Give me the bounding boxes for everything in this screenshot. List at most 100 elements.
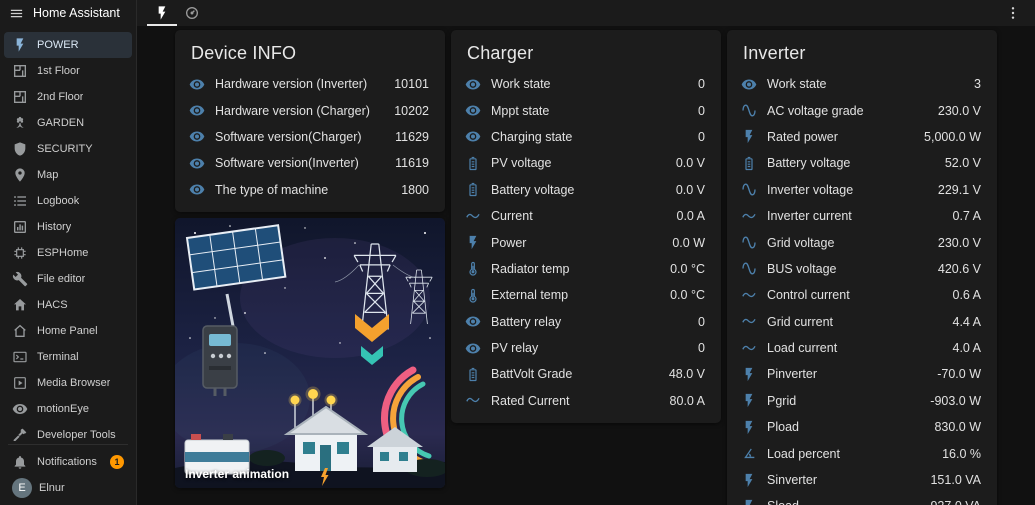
sidebar-item-media-browser[interactable]: Media Browser bbox=[4, 370, 132, 396]
sidebar-item-developer-tools[interactable]: Developer Tools bbox=[4, 422, 132, 441]
eye-icon bbox=[741, 76, 757, 93]
notifications-label: Notifications bbox=[37, 456, 97, 468]
bell-icon bbox=[12, 454, 28, 470]
sine-wave-icon bbox=[741, 181, 757, 198]
entity-row-hardware-version-inverter[interactable]: Hardware version (Inverter) 10101 bbox=[189, 71, 429, 97]
sidebar-item-label: HACS bbox=[37, 299, 68, 311]
map-marker-icon bbox=[12, 167, 28, 183]
entity-row-current[interactable]: Current 0.0 A bbox=[465, 203, 705, 229]
entity-name: Control current bbox=[767, 288, 850, 303]
entity-row-pv-relay[interactable]: PV relay 0 bbox=[465, 335, 705, 361]
entity-row-work-state[interactable]: Work state 0 bbox=[465, 71, 705, 97]
entity-row-software-version-charger[interactable]: Software version(Charger) 11629 bbox=[189, 124, 429, 150]
dashboard-content: Device INFO Hardware version (Inverter) 1… bbox=[137, 26, 1035, 505]
entity-value: 0 bbox=[698, 314, 705, 329]
entity-name: Grid current bbox=[767, 314, 833, 329]
entity-row-mppt-state[interactable]: Mppt state 0 bbox=[465, 97, 705, 123]
current-ac-icon bbox=[741, 208, 757, 225]
entity-name: BUS voltage bbox=[767, 261, 837, 276]
entity-value: 927.0 VA bbox=[930, 499, 981, 505]
sidebar-item-hacs[interactable]: HACS bbox=[4, 292, 132, 318]
entity-row-rated-current[interactable]: Rated Current 80.0 A bbox=[465, 388, 705, 414]
entity-value: 230.0 V bbox=[937, 103, 981, 118]
sidebar-item-user[interactable]: E Elnur bbox=[4, 475, 132, 501]
entity-name: Load percent bbox=[767, 446, 840, 461]
entity-name: Load current bbox=[767, 341, 838, 356]
entity-row-power[interactable]: Power 0.0 W bbox=[465, 229, 705, 255]
app-title: Home Assistant bbox=[33, 6, 120, 20]
entity-row-battery-relay[interactable]: Battery relay 0 bbox=[465, 309, 705, 335]
current-ac-icon bbox=[741, 340, 757, 357]
sidebar-item-label: 2nd Floor bbox=[37, 91, 84, 103]
entity-row-load-percent[interactable]: Load percent 16.0 % bbox=[741, 440, 981, 466]
sidebar-item-esphome[interactable]: ESPHome bbox=[4, 240, 132, 266]
entity-row-inverter-current[interactable]: Inverter current 0.7 A bbox=[741, 203, 981, 229]
sidebar-item-garden[interactable]: GARDEN bbox=[4, 110, 132, 136]
entity-row-pv-voltage[interactable]: PV voltage 0.0 V bbox=[465, 150, 705, 176]
entity-row-hardware-version-charger[interactable]: Hardware version (Charger) 10202 bbox=[189, 97, 429, 123]
sidebar-item-map[interactable]: Map bbox=[4, 162, 132, 188]
entity-row-sload[interactable]: Sload 927.0 VA bbox=[741, 493, 981, 505]
entity-row-pinverter[interactable]: Pinverter -70.0 W bbox=[741, 361, 981, 387]
flash-icon bbox=[154, 5, 170, 21]
flash-icon bbox=[741, 128, 757, 145]
sidebar-item-label: Terminal bbox=[37, 351, 79, 363]
sidebar-item-label: Home Panel bbox=[37, 325, 98, 337]
entity-value: 229.1 V bbox=[937, 182, 981, 197]
entity-row-inverter-voltage[interactable]: Inverter voltage 229.1 V bbox=[741, 177, 981, 203]
entity-row-battery-voltage[interactable]: Battery voltage 52.0 V bbox=[741, 150, 981, 176]
entity-row-load-current[interactable]: Load current 4.0 A bbox=[741, 335, 981, 361]
entity-row-battery-voltage[interactable]: Battery voltage 0.0 V bbox=[465, 177, 705, 203]
tab-power-view[interactable] bbox=[147, 0, 177, 26]
eye-icon bbox=[189, 102, 205, 119]
card-inverter-animation[interactable]: Inverter animation bbox=[175, 217, 445, 488]
sidebar-item-1st-floor[interactable]: 1st Floor bbox=[4, 58, 132, 84]
sidebar-item-2nd-floor[interactable]: 2nd Floor bbox=[4, 84, 132, 110]
entity-row-bus-voltage[interactable]: BUS voltage 420.6 V bbox=[741, 256, 981, 282]
entity-value: 0 bbox=[698, 103, 705, 118]
entity-row-battvolt-grade[interactable]: BattVolt Grade 48.0 V bbox=[465, 361, 705, 387]
tab-overview-view[interactable] bbox=[177, 0, 207, 26]
sidebar-item-terminal[interactable]: Terminal bbox=[4, 344, 132, 370]
menu-icon[interactable] bbox=[9, 6, 24, 21]
entity-row-grid-voltage[interactable]: Grid voltage 230.0 V bbox=[741, 229, 981, 255]
sidebar-item-home-panel[interactable]: Home Panel bbox=[4, 318, 132, 344]
entity-row-pload[interactable]: Pload 830.0 W bbox=[741, 414, 981, 440]
entity-value: 3 bbox=[974, 77, 981, 92]
sidebar-item-power[interactable]: POWER bbox=[4, 32, 132, 58]
entity-row-external-temp[interactable]: External temp 0.0 °C bbox=[465, 282, 705, 308]
entity-row-sinverter[interactable]: Sinverter 151.0 VA bbox=[741, 467, 981, 493]
entity-row-radiator-temp[interactable]: Radiator temp 0.0 °C bbox=[465, 256, 705, 282]
sidebar-item-notifications[interactable]: Notifications 1 bbox=[4, 449, 132, 475]
sidebar-item-logbook[interactable]: Logbook bbox=[4, 188, 132, 214]
sidebar-item-motioneye[interactable]: motionEye bbox=[4, 396, 132, 422]
entity-value: 52.0 V bbox=[944, 156, 981, 171]
entity-row-ac-voltage-grade[interactable]: AC voltage grade 230.0 V bbox=[741, 97, 981, 123]
entity-value: -903.0 W bbox=[930, 393, 981, 408]
entity-row-work-state[interactable]: Work state 3 bbox=[741, 71, 981, 97]
view-tabs bbox=[147, 0, 207, 26]
entity-name: Software version(Inverter) bbox=[215, 156, 359, 171]
entity-value: 1800 bbox=[401, 182, 429, 197]
entity-row-pgrid[interactable]: Pgrid -903.0 W bbox=[741, 388, 981, 414]
sidebar-divider bbox=[8, 444, 128, 445]
current-ac-icon bbox=[741, 287, 757, 304]
entity-name: BattVolt Grade bbox=[491, 367, 573, 382]
sidebar-nav: POWER 1st Floor 2nd Floor GARDEN SECURITY Map… bbox=[0, 26, 136, 441]
entity-row-control-current[interactable]: Control current 0.6 A bbox=[741, 282, 981, 308]
entity-row-grid-current[interactable]: Grid current 4.4 A bbox=[741, 309, 981, 335]
sidebar-item-history[interactable]: History bbox=[4, 214, 132, 240]
device-info-rows: Hardware version (Inverter) 10101 Hardware… bbox=[175, 71, 445, 212]
entity-row-software-version-inverter[interactable]: Software version(Inverter) 11619 bbox=[189, 150, 429, 176]
sidebar-item-file-editor[interactable]: File editor bbox=[4, 266, 132, 292]
entity-row-charging-state[interactable]: Charging state 0 bbox=[465, 124, 705, 150]
eye-icon bbox=[189, 76, 205, 93]
sidebar-item-security[interactable]: SECURITY bbox=[4, 136, 132, 162]
entity-name: Pgrid bbox=[767, 393, 797, 408]
entity-row-the-type-of-machine[interactable]: The type of machine 1800 bbox=[189, 177, 429, 203]
format-list-icon bbox=[12, 193, 28, 209]
entity-row-rated-power[interactable]: Rated power 5,000.0 W bbox=[741, 124, 981, 150]
overflow-menu-icon[interactable] bbox=[1001, 1, 1025, 25]
angle-acute-icon bbox=[741, 445, 757, 462]
current-ac-icon bbox=[741, 313, 757, 330]
